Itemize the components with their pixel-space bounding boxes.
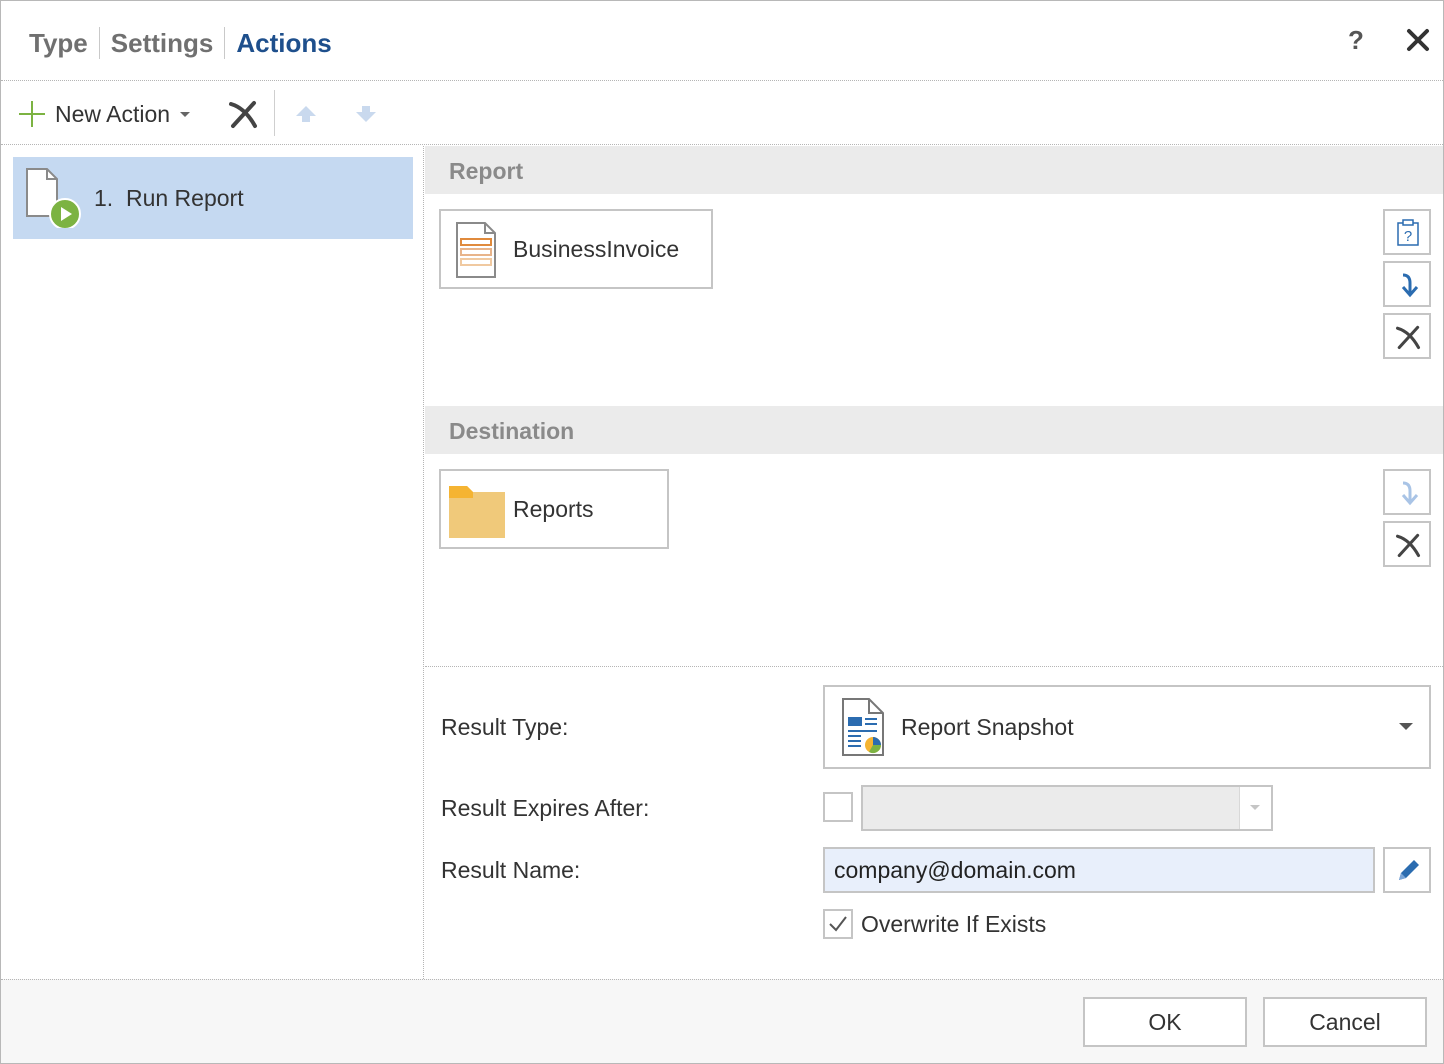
import-icon bbox=[1401, 481, 1419, 506]
select-report-button[interactable]: ? bbox=[1383, 209, 1431, 255]
tab-bar: Type Settings Actions bbox=[29, 27, 332, 59]
remove-destination-button[interactable] bbox=[1383, 521, 1431, 567]
action-number: 1. bbox=[94, 185, 114, 211]
destination-section-title: Destination bbox=[449, 418, 575, 444]
ok-button[interactable]: OK bbox=[1083, 997, 1247, 1047]
svg-text:?: ? bbox=[1404, 228, 1412, 245]
close-button[interactable] bbox=[1403, 25, 1433, 57]
chevron-down-icon bbox=[1239, 787, 1271, 829]
action-details: Report BusinessInvoice ? Destination Rep… bbox=[425, 146, 1443, 979]
result-type-dropdown[interactable]: Report Snapshot bbox=[823, 685, 1431, 769]
action-dialog: Type Settings Actions ? New Action 1. Ru… bbox=[0, 0, 1444, 1064]
report-tile[interactable]: BusinessInvoice bbox=[439, 209, 713, 289]
destination-section-header: Destination bbox=[425, 406, 1443, 454]
form-divider bbox=[425, 666, 1443, 667]
import-icon bbox=[1401, 273, 1419, 298]
pencil-icon bbox=[1399, 860, 1419, 880]
action-name: Run Report bbox=[125, 185, 244, 211]
result-type-label: Result Type: bbox=[441, 714, 569, 740]
cancel-button[interactable]: Cancel bbox=[1263, 997, 1427, 1047]
toolbar: New Action bbox=[1, 82, 1443, 145]
new-action-label: New Action bbox=[55, 100, 171, 127]
result-expires-select[interactable] bbox=[861, 785, 1273, 831]
tab-divider bbox=[98, 27, 100, 59]
folder-icon bbox=[449, 486, 505, 538]
plus-icon bbox=[19, 101, 45, 127]
help-button[interactable]: ? bbox=[1341, 25, 1371, 57]
report-icon bbox=[456, 222, 496, 278]
result-expires-checkbox[interactable] bbox=[823, 792, 853, 822]
import-report-button[interactable] bbox=[1383, 261, 1431, 307]
tab-divider bbox=[224, 27, 226, 59]
move-up-button[interactable] bbox=[293, 102, 319, 126]
checkmark-icon bbox=[829, 916, 847, 932]
result-name-label: Result Name: bbox=[441, 857, 581, 883]
chevron-down-icon bbox=[1399, 723, 1413, 730]
report-snapshot-icon bbox=[842, 698, 884, 756]
close-icon bbox=[1407, 29, 1429, 51]
select-report-icon: ? bbox=[1397, 219, 1419, 246]
tab-type[interactable]: Type bbox=[29, 28, 88, 59]
dialog-footer: OK Cancel bbox=[1, 979, 1443, 1063]
dialog-header: Type Settings Actions ? bbox=[1, 1, 1443, 81]
tab-actions[interactable]: Actions bbox=[236, 28, 331, 59]
toolbar-divider bbox=[274, 90, 275, 136]
result-name-input[interactable] bbox=[823, 847, 1375, 893]
overwrite-checkbox[interactable] bbox=[823, 909, 853, 939]
remove-report-button[interactable] bbox=[1383, 313, 1431, 359]
move-down-button[interactable] bbox=[353, 102, 379, 126]
result-type-value: Report Snapshot bbox=[901, 714, 1074, 740]
list-item[interactable]: 1. Run Report bbox=[13, 157, 413, 239]
action-label: 1. Run Report bbox=[94, 185, 244, 212]
run-report-icon bbox=[26, 168, 81, 228]
arrow-down-icon bbox=[356, 106, 376, 122]
chevron-down-icon bbox=[180, 111, 191, 117]
destination-name: Reports bbox=[513, 496, 594, 522]
report-name: BusinessInvoice bbox=[513, 236, 680, 262]
actions-list: 1. Run Report bbox=[1, 146, 424, 979]
overwrite-label: Overwrite If Exists bbox=[861, 911, 1047, 937]
report-section-header: Report bbox=[425, 146, 1443, 194]
delete-icon bbox=[1395, 533, 1421, 558]
report-section-title: Report bbox=[449, 158, 524, 184]
result-expires-label: Result Expires After: bbox=[441, 795, 650, 821]
tab-settings[interactable]: Settings bbox=[111, 28, 214, 59]
delete-action-button[interactable] bbox=[227, 98, 259, 130]
new-action-button[interactable]: New Action bbox=[17, 98, 191, 130]
edit-result-name-button[interactable] bbox=[1383, 847, 1431, 893]
destination-tile[interactable]: Reports bbox=[439, 469, 669, 549]
delete-icon bbox=[229, 101, 257, 128]
import-destination-button[interactable] bbox=[1383, 469, 1431, 515]
delete-icon bbox=[1395, 325, 1421, 350]
arrow-up-icon bbox=[296, 106, 316, 122]
